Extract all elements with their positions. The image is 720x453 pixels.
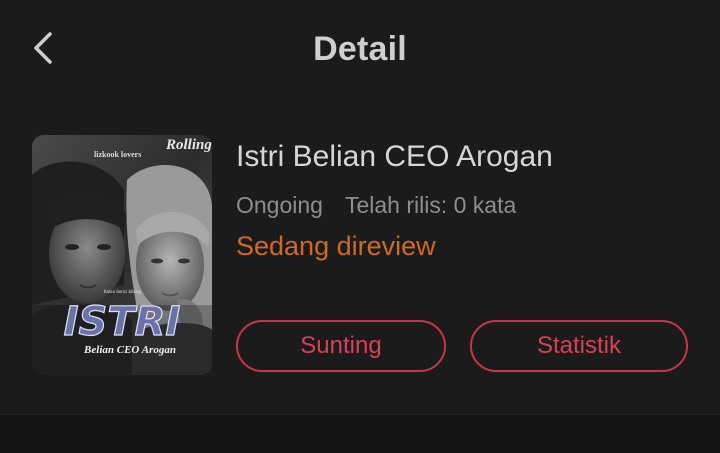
statistics-button[interactable]: Statistik — [470, 320, 688, 372]
book-title: Istri Belian CEO Arogan — [236, 140, 553, 173]
edit-button[interactable]: Sunting — [236, 320, 446, 372]
book-cover-art: lizkook lovers Rolling Kalau benci bilan… — [32, 135, 212, 375]
book-status: Ongoing — [236, 192, 323, 218]
book-cover[interactable]: lizkook lovers Rolling Kalau benci bilan… — [32, 135, 212, 375]
review-status: Sedang direview — [236, 231, 436, 261]
edit-button-label: Sunting — [300, 332, 382, 359]
top-app-bar: Detail — [0, 0, 720, 100]
book-meta-row: Ongoing Telah rilis: 0 kata — [236, 192, 516, 219]
statistics-button-label: Statistik — [536, 332, 622, 359]
cover-subtitle: Belian CEO Arogan — [83, 344, 176, 356]
cover-logo-text: Rolling — [165, 137, 212, 153]
book-released-words: Telah rilis: 0 kata — [344, 192, 517, 218]
cover-caption-text: Kalau benci bilang — [104, 289, 141, 294]
page-title: Detail — [313, 30, 407, 68]
cover-main-title: ISTRI — [64, 299, 181, 345]
cover-author-text: lizkook lovers — [94, 150, 141, 159]
book-detail-card: lizkook lovers Rolling Kalau benci bilan… — [0, 100, 720, 414]
section-divider — [0, 414, 720, 453]
